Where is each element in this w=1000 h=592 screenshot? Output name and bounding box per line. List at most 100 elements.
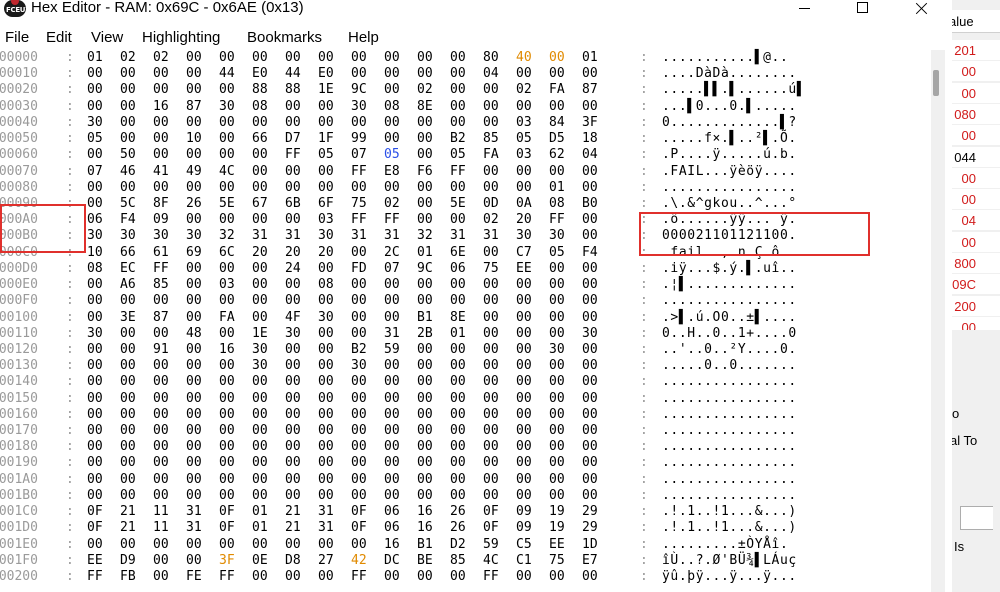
- ascii-text[interactable]: .!.1..!1...&...): [662, 504, 797, 520]
- byte-cell[interactable]: 00: [318, 180, 334, 196]
- byte-cell[interactable]: 00: [87, 180, 103, 196]
- ascii-text[interactable]: .¦▌.............: [662, 277, 797, 293]
- byte-cell[interactable]: EC: [120, 261, 136, 277]
- byte-cell[interactable]: 21: [120, 520, 136, 536]
- byte-cell[interactable]: 00: [318, 50, 334, 66]
- byte-cell[interactable]: 31: [450, 228, 466, 244]
- byte-cell[interactable]: 03: [219, 277, 235, 293]
- byte-cell[interactable]: 00: [351, 391, 367, 407]
- close-button[interactable]: [898, 0, 944, 18]
- byte-cell[interactable]: 00: [450, 50, 466, 66]
- byte-cell[interactable]: 00: [318, 407, 334, 423]
- byte-cell[interactable]: FF: [351, 212, 367, 228]
- byte-cell[interactable]: 00: [351, 472, 367, 488]
- byte-cell[interactable]: 00: [120, 537, 136, 553]
- byte-cell[interactable]: 00: [219, 131, 235, 147]
- byte-cell[interactable]: 00: [186, 50, 202, 66]
- byte-cell[interactable]: 02: [483, 212, 499, 228]
- byte-cell[interactable]: 20: [252, 245, 268, 261]
- byte-cell[interactable]: 01: [252, 504, 268, 520]
- byte-cell[interactable]: 00: [549, 66, 565, 82]
- byte-cell[interactable]: 5E: [219, 196, 235, 212]
- byte-cell[interactable]: 00: [351, 326, 367, 342]
- byte-cell[interactable]: 00: [417, 115, 433, 131]
- byte-cell[interactable]: 00: [87, 99, 103, 115]
- byte-cell[interactable]: 8E: [450, 310, 466, 326]
- byte-cell[interactable]: 01: [549, 180, 565, 196]
- ascii-text[interactable]: ................: [662, 439, 797, 455]
- byte-cell[interactable]: 00: [87, 488, 103, 504]
- byte-cell[interactable]: 00: [219, 115, 235, 131]
- ascii-text[interactable]: ................: [662, 407, 797, 423]
- byte-cell[interactable]: 16: [417, 520, 433, 536]
- byte-cell[interactable]: 00: [483, 391, 499, 407]
- minimize-button[interactable]: [782, 0, 828, 18]
- byte-cell[interactable]: 1D: [582, 537, 598, 553]
- byte-cell[interactable]: 00: [318, 99, 334, 115]
- byte-cell[interactable]: 00: [252, 147, 268, 163]
- byte-cell[interactable]: 00: [219, 147, 235, 163]
- byte-cell[interactable]: 00: [87, 472, 103, 488]
- byte-cell[interactable]: 4C: [483, 553, 499, 569]
- byte-cell[interactable]: 00: [153, 553, 169, 569]
- ascii-text[interactable]: ÿû.þÿ...ÿ...ÿ...: [662, 569, 797, 585]
- byte-cell[interactable]: 10: [186, 131, 202, 147]
- byte-cell[interactable]: 00: [120, 472, 136, 488]
- byte-cell[interactable]: 00: [450, 99, 466, 115]
- byte-cell[interactable]: 00: [285, 115, 301, 131]
- byte-cell[interactable]: 00: [219, 407, 235, 423]
- byte-cell[interactable]: 00: [351, 488, 367, 504]
- byte-cell[interactable]: 00: [318, 164, 334, 180]
- byte-cell[interactable]: 00: [120, 66, 136, 82]
- byte-cell[interactable]: 61: [153, 245, 169, 261]
- byte-cell[interactable]: 46: [120, 164, 136, 180]
- byte-cell[interactable]: 00: [186, 488, 202, 504]
- byte-cell[interactable]: 00: [186, 553, 202, 569]
- byte-cell[interactable]: 00: [120, 391, 136, 407]
- byte-cell[interactable]: 00: [450, 439, 466, 455]
- byte-cell[interactable]: 00: [120, 82, 136, 98]
- byte-cell[interactable]: 00: [87, 196, 103, 212]
- byte-cell[interactable]: 21: [285, 520, 301, 536]
- byte-cell[interactable]: 00: [252, 310, 268, 326]
- byte-cell[interactable]: 84: [549, 115, 565, 131]
- byte-cell[interactable]: 01: [87, 50, 103, 66]
- byte-cell[interactable]: 16: [153, 99, 169, 115]
- byte-cell[interactable]: 44: [285, 66, 301, 82]
- byte-cell[interactable]: 00: [417, 391, 433, 407]
- byte-cell[interactable]: 00: [450, 374, 466, 390]
- byte-cell[interactable]: 00: [384, 423, 400, 439]
- byte-cell[interactable]: 00: [417, 439, 433, 455]
- byte-cell[interactable]: 30: [318, 310, 334, 326]
- byte-cell[interactable]: 00: [285, 358, 301, 374]
- byte-cell[interactable]: FF: [87, 569, 103, 585]
- byte-cell[interactable]: 05: [549, 245, 565, 261]
- byte-cell[interactable]: 0F: [219, 504, 235, 520]
- byte-cell[interactable]: 09: [516, 520, 532, 536]
- byte-cell[interactable]: 08: [252, 99, 268, 115]
- byte-cell[interactable]: 85: [450, 553, 466, 569]
- byte-cell[interactable]: 00: [483, 293, 499, 309]
- byte-cell[interactable]: 00: [384, 66, 400, 82]
- byte-cell[interactable]: 00: [285, 374, 301, 390]
- byte-cell[interactable]: 04: [483, 66, 499, 82]
- byte-cell[interactable]: 00: [120, 439, 136, 455]
- byte-cell[interactable]: 00: [516, 472, 532, 488]
- byte-cell[interactable]: 42: [351, 553, 367, 569]
- byte-cell[interactable]: 00: [384, 391, 400, 407]
- byte-cell[interactable]: 00: [582, 569, 598, 585]
- byte-cell[interactable]: 00: [186, 407, 202, 423]
- byte-cell[interactable]: DC: [384, 553, 400, 569]
- byte-cell[interactable]: FF: [384, 212, 400, 228]
- byte-cell[interactable]: 00: [219, 212, 235, 228]
- byte-cell[interactable]: 29: [582, 520, 598, 536]
- byte-cell[interactable]: 00: [417, 293, 433, 309]
- byte-cell[interactable]: 00: [483, 374, 499, 390]
- byte-cell[interactable]: 00: [285, 391, 301, 407]
- byte-cell[interactable]: 00: [153, 569, 169, 585]
- byte-cell[interactable]: 00: [351, 180, 367, 196]
- byte-cell[interactable]: 00: [483, 164, 499, 180]
- byte-cell[interactable]: 16: [384, 537, 400, 553]
- byte-cell[interactable]: FE: [186, 569, 202, 585]
- ascii-text[interactable]: .....0..0.......: [662, 358, 797, 374]
